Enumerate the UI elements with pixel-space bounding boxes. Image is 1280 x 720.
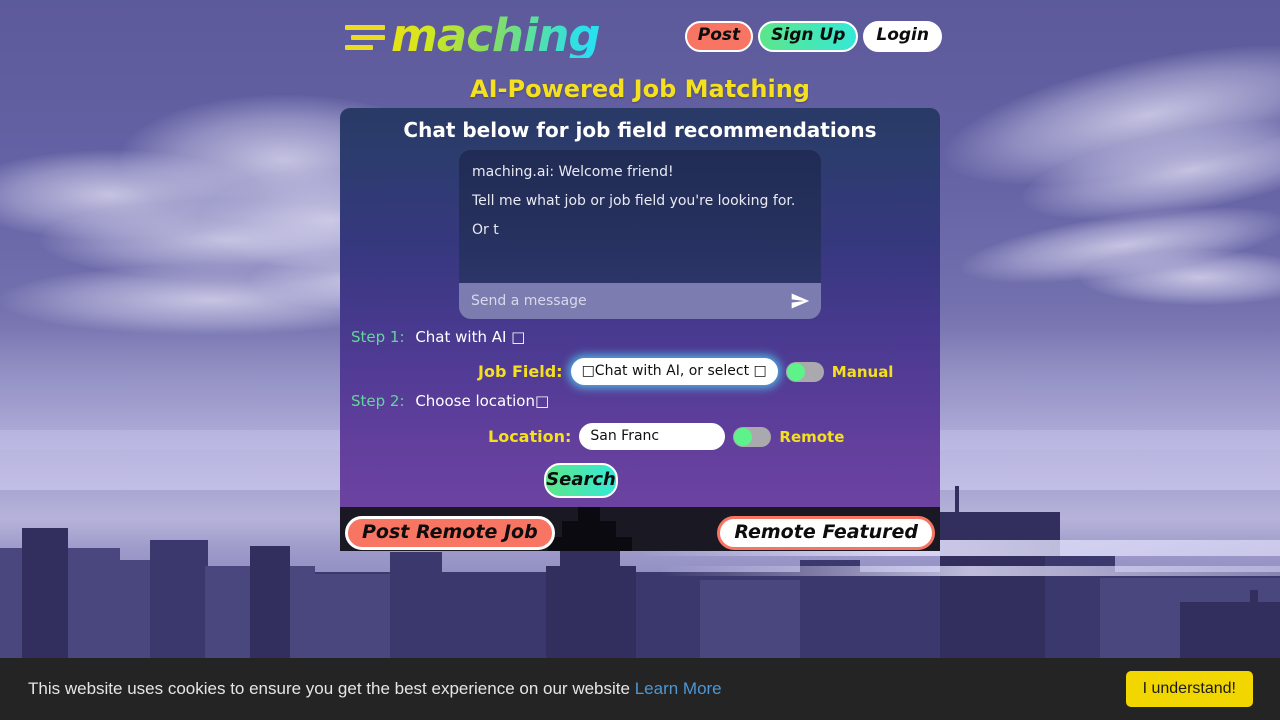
- search-panel: Chat below for job field recommendations…: [340, 108, 940, 507]
- header-nav: Post Sign Up Login: [684, 21, 942, 52]
- toggle-knob: [786, 362, 805, 381]
- cookie-banner: This website uses cookies to ensure you …: [0, 658, 1280, 720]
- site-header: maching Post Sign Up Login: [0, 0, 1280, 70]
- page-tagline: AI-Powered Job Matching: [470, 75, 810, 103]
- tower-silhouette: [562, 521, 616, 551]
- speed-lines-icon: [345, 21, 385, 50]
- logo-text: maching: [391, 9, 601, 62]
- post-button[interactable]: Post: [684, 21, 754, 52]
- location-row: Location: Remote: [488, 423, 844, 450]
- step-2: Step 2: Choose location□: [351, 392, 549, 410]
- step-1: Step 1: Chat with AI □: [351, 328, 525, 346]
- chat-message: Or t: [472, 222, 499, 239]
- cookie-message: This website uses cookies to ensure you …: [28, 679, 722, 699]
- cookie-message-text: This website uses cookies to ensure you …: [28, 679, 630, 698]
- remote-featured-button[interactable]: Remote Featured: [717, 516, 935, 550]
- tower-silhouette: [578, 507, 600, 551]
- step-1-text: Chat with AI □: [415, 328, 526, 346]
- site-logo[interactable]: maching: [345, 9, 601, 62]
- chat-message-input[interactable]: [469, 292, 789, 310]
- remote-toggle-label: Remote: [779, 427, 845, 446]
- job-field-label: Job Field:: [478, 362, 563, 381]
- toggle-knob: [734, 427, 753, 446]
- post-remote-job-button[interactable]: Post Remote Job: [345, 516, 555, 550]
- signup-button[interactable]: Sign Up: [758, 21, 859, 52]
- manual-toggle-label: Manual: [831, 362, 894, 381]
- chat-message: Tell me what job or job field you're loo…: [472, 193, 796, 210]
- page-root: maching Post Sign Up Login AI-Powered Jo…: [0, 0, 1280, 720]
- chat-box: maching.ai: Welcome friend! Tell me what…: [459, 150, 821, 319]
- step-1-label: Step 1:: [351, 328, 405, 346]
- tower-silhouette: [548, 537, 632, 551]
- search-button[interactable]: Search: [544, 463, 618, 498]
- cookie-accept-button[interactable]: I understand!: [1125, 671, 1253, 707]
- step-2-text: Choose location□: [415, 392, 550, 410]
- chat-input-row: [459, 283, 821, 319]
- remote-toggle[interactable]: [733, 426, 772, 447]
- job-field-select[interactable]: □Chat with AI, or select □: [570, 358, 778, 385]
- panel-heading: Chat below for job field recommendations: [403, 118, 877, 142]
- panel-footer: Post Remote Job Remote Featured: [340, 507, 940, 551]
- location-label: Location:: [488, 427, 572, 446]
- chat-log: maching.ai: Welcome friend! Tell me what…: [459, 150, 821, 283]
- location-input[interactable]: [579, 423, 726, 450]
- login-button[interactable]: Login: [863, 21, 942, 52]
- chat-message: maching.ai: Welcome friend!: [472, 164, 674, 180]
- learn-more-link[interactable]: Learn More: [635, 679, 722, 698]
- job-field-row: Job Field: □Chat with AI, or select □ Ma…: [478, 358, 893, 385]
- paper-plane-icon[interactable]: [789, 290, 811, 312]
- step-2-label: Step 2:: [351, 392, 405, 410]
- manual-toggle[interactable]: [785, 361, 824, 382]
